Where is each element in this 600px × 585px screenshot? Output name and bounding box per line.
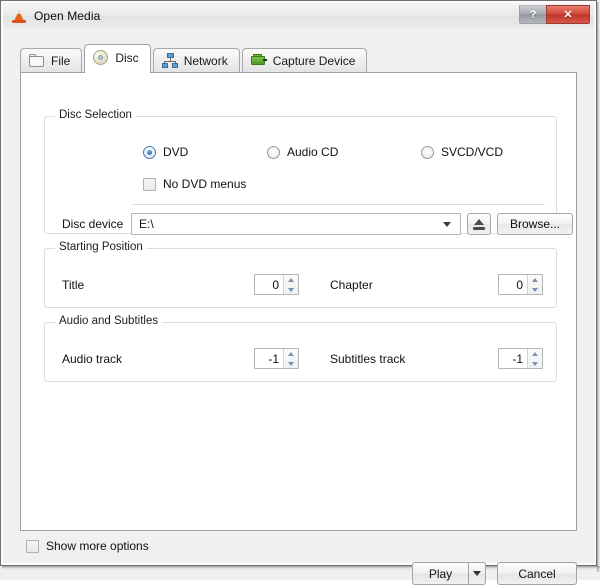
chapter-spinner-value: 0 xyxy=(516,277,523,292)
subtitles-track-spinner-arrows xyxy=(527,349,542,368)
window-controls: ? ✕ xyxy=(519,5,590,24)
radio-svcd-vcd[interactable]: SVCD/VCD xyxy=(421,145,503,159)
checkbox-no-dvd-menus-label: No DVD menus xyxy=(163,177,247,191)
checkbox-no-dvd-menus-box xyxy=(143,177,156,191)
radio-dvd[interactable]: DVD xyxy=(143,145,188,159)
tab-network[interactable]: Network xyxy=(152,48,240,73)
open-media-dialog: Open Media ? ✕ File Disc Network Capture… xyxy=(0,0,600,585)
help-button[interactable]: ? xyxy=(519,5,547,24)
disc-device-label: Disc device xyxy=(62,217,124,231)
play-button-group: Play xyxy=(412,562,486,585)
audio-and-subtitles-group: Audio and Subtitles Audio track -1 Subti… xyxy=(44,315,558,382)
disc-icon xyxy=(93,50,109,66)
audio-track-spinner-down[interactable] xyxy=(284,359,298,369)
tab-disc[interactable]: Disc xyxy=(84,44,151,73)
group-divider xyxy=(133,204,545,205)
disc-device-value: E:\ xyxy=(139,217,154,231)
title-bar: Open Media ? ✕ xyxy=(3,3,594,28)
subtitles-track-label: Subtitles track xyxy=(330,352,406,366)
vlc-cone-icon xyxy=(11,8,27,24)
tab-network-label: Network xyxy=(183,54,228,68)
audio-track-spinner-value: -1 xyxy=(268,351,279,366)
audio-and-subtitles-fields: Audio track -1 Subtitles track -1 xyxy=(45,348,558,372)
play-menu-button[interactable] xyxy=(468,562,486,585)
title-spinner-arrows xyxy=(283,275,298,294)
chapter-spinner-down[interactable] xyxy=(528,285,542,295)
radio-audio-cd-label: Audio CD xyxy=(287,145,339,159)
checkbox-show-more-options-box xyxy=(26,539,39,553)
disc-type-radio-group: DVD Audio CD SVCD/VCD xyxy=(45,145,558,165)
audio-track-spinner-arrows xyxy=(283,349,298,368)
network-icon xyxy=(161,53,178,69)
tab-file-label: File xyxy=(51,54,71,68)
tab-file[interactable]: File xyxy=(20,48,83,73)
audio-track-spinner-up[interactable] xyxy=(284,349,298,359)
audio-and-subtitles-title: Audio and Subtitles xyxy=(55,315,163,327)
disc-tab-panel: Disc Selection DVD Audio CD SVCD/VCD No … xyxy=(20,72,577,531)
window-title: Open Media xyxy=(34,8,101,23)
tab-capture-device-label: Capture Device xyxy=(272,54,356,68)
chevron-down-icon xyxy=(473,571,481,576)
tab-disc-label: Disc xyxy=(115,51,139,65)
checkbox-no-dvd-menus[interactable]: No DVD menus xyxy=(143,177,246,191)
subtitles-track-spinner[interactable]: -1 xyxy=(498,348,543,369)
chapter-spinner-arrows xyxy=(527,275,542,294)
radio-svcd-vcd-label: SVCD/VCD xyxy=(441,145,504,159)
tab-bar: File Disc Network Capture Device xyxy=(20,44,369,73)
starting-position-group: Starting Position Title 0 Chapter 0 xyxy=(44,241,558,308)
starting-position-title: Starting Position xyxy=(55,241,147,253)
chapter-label: Chapter xyxy=(330,278,373,292)
audio-track-spinner[interactable]: -1 xyxy=(254,348,299,369)
title-spinner-down[interactable] xyxy=(284,285,298,295)
checkbox-show-more-options[interactable]: Show more options xyxy=(26,539,149,553)
browse-button[interactable]: Browse... xyxy=(497,213,573,235)
chevron-down-icon xyxy=(443,221,451,227)
eject-icon xyxy=(474,219,484,225)
checkbox-show-more-options-label: Show more options xyxy=(46,539,149,553)
title-spinner[interactable]: 0 xyxy=(254,274,299,295)
radio-audio-cd[interactable]: Audio CD xyxy=(267,145,338,159)
radio-dvd-label: DVD xyxy=(163,145,189,159)
close-button[interactable]: ✕ xyxy=(546,5,590,24)
audio-track-label: Audio track xyxy=(62,352,123,366)
radio-svcd-vcd-indicator xyxy=(421,145,434,159)
subtitles-track-spinner-down[interactable] xyxy=(528,359,542,369)
dialog-footer-buttons: Play Cancel xyxy=(412,562,577,585)
starting-position-fields: Title 0 Chapter 0 xyxy=(45,274,558,298)
folder-icon xyxy=(29,53,45,69)
radio-audio-cd-indicator xyxy=(267,145,280,159)
cancel-button[interactable]: Cancel xyxy=(497,562,577,585)
disc-selection-group: Disc Selection DVD Audio CD SVCD/VCD No … xyxy=(44,109,573,237)
capture-card-icon xyxy=(250,53,267,69)
eject-button[interactable] xyxy=(467,213,491,235)
tab-capture-device[interactable]: Capture Device xyxy=(241,48,368,73)
disc-device-row: Disc device E:\ Browse... xyxy=(45,213,573,237)
title-spinner-up[interactable] xyxy=(284,275,298,285)
subtitles-track-spinner-value: -1 xyxy=(512,351,523,366)
radio-dvd-indicator xyxy=(143,145,156,159)
play-button[interactable]: Play xyxy=(412,562,468,585)
disc-device-combobox[interactable]: E:\ xyxy=(131,213,461,235)
dialog-body: File Disc Network Capture Device Disc Se… xyxy=(3,28,594,585)
chapter-spinner[interactable]: 0 xyxy=(498,274,543,295)
disc-selection-title: Disc Selection xyxy=(55,109,136,121)
subtitles-track-spinner-up[interactable] xyxy=(528,349,542,359)
title-label: Title xyxy=(62,278,85,292)
chapter-spinner-up[interactable] xyxy=(528,275,542,285)
title-spinner-value: 0 xyxy=(272,277,279,292)
